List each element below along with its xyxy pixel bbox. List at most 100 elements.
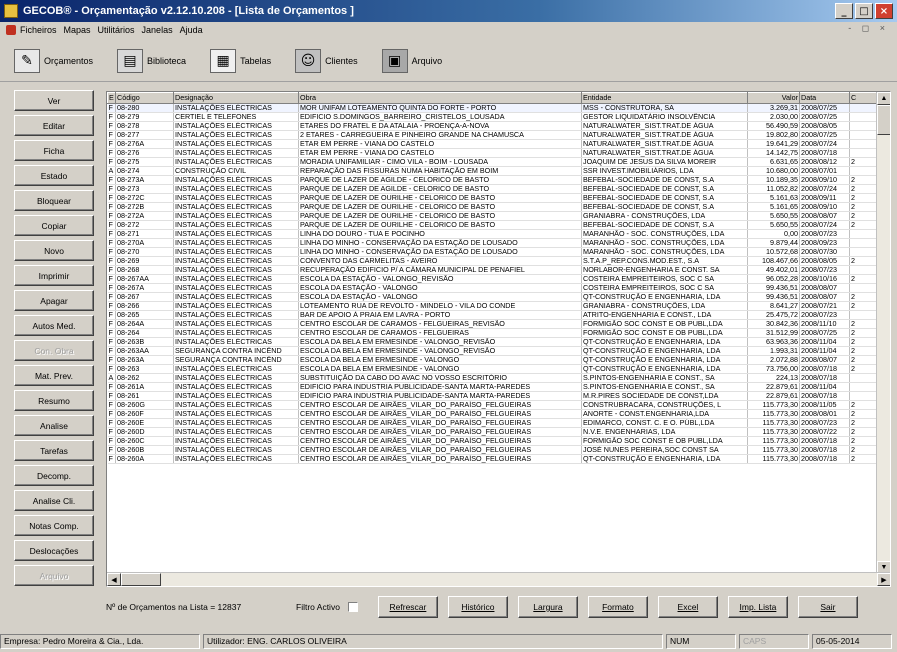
- table-row[interactable]: F 08-260C INSTALAÇÕES ELÉCTRICAS CENTRO ESC…: [107, 436, 878, 446]
- table-row[interactable]: F 08-268 INSTALAÇÕES ELÉCTRICAS RECUPERAÇÃO…: [107, 265, 878, 275]
- scroll-up-icon[interactable]: ▲: [877, 92, 890, 105]
- table-row[interactable]: F 08-273A INSTALAÇÕES ELÉCTRICAS PARQUE DE …: [107, 175, 878, 185]
- sidebar-button-analise[interactable]: Analise: [14, 415, 94, 436]
- largura-button[interactable]: Largura: [517, 596, 578, 618]
- menu-utilitarios[interactable]: Utilitários: [98, 25, 135, 35]
- menu-janelas[interactable]: Janelas: [142, 25, 173, 35]
- table-row[interactable]: F 08-272C INSTALAÇÕES ELÉCTRICAS PARQUE DE …: [107, 193, 878, 203]
- sidebar-button-analise-cli[interactable]: Analise Cli.: [14, 490, 94, 511]
- table-row[interactable]: A 08-274 CONSTRUÇÃO CIVIL REPARAÇÃO DAS FIS…: [107, 166, 878, 176]
- checkbox-box[interactable]: [347, 602, 358, 612]
- sair-button[interactable]: Sair: [797, 596, 858, 618]
- sidebar-button-apagar[interactable]: Apagar: [14, 290, 94, 311]
- table-row[interactable]: F 08-269 INSTALAÇÕES ELÉCTRICAS CONVENTO DA…: [107, 256, 878, 266]
- refrescar-button[interactable]: Refrescar: [377, 596, 438, 618]
- table-row[interactable]: F 08-261A INSTALAÇÕES ELÉCTRICAS EDIFICIO P…: [107, 382, 878, 392]
- minimize-button[interactable]: _: [835, 3, 853, 19]
- toolbar-tabelas-button[interactable]: ▦ Tabelas: [210, 48, 271, 73]
- table-row[interactable]: F 08-267 INSTALAÇÕES ELÉCTRICAS ESCOLA DA E…: [107, 292, 878, 302]
- col-header-codigo[interactable]: Código: [115, 92, 174, 104]
- table-row[interactable]: F 08-276A INSTALAÇÕES ELÉCTRICAS ETAR EM PE…: [107, 139, 878, 149]
- sidebar-button-novo[interactable]: Novo: [14, 240, 94, 261]
- historico-button[interactable]: Histórico: [447, 596, 508, 618]
- table-row[interactable]: F 08-278 INSTALAÇÕES ELÉCTRICAS ETARES DO F…: [107, 121, 878, 131]
- sidebar-button-tarefas[interactable]: Tarefas: [14, 440, 94, 461]
- filtro-activo-checkbox[interactable]: Filtro Activo: [296, 602, 358, 612]
- menu-mapas[interactable]: Mapas: [64, 25, 91, 35]
- menu-ficheiros[interactable]: Ficheiros: [20, 25, 57, 35]
- sidebar-button-estado[interactable]: Estado: [14, 165, 94, 186]
- sidebar-button-resumo[interactable]: Resumo: [14, 390, 94, 411]
- table-row[interactable]: F 08-266 INSTALAÇÕES ELÉCTRICAS LOTEAMENTO …: [107, 301, 878, 311]
- sidebar-button-notas-comp[interactable]: Notas Comp.: [14, 515, 94, 536]
- sidebar-button-imprimir[interactable]: Imprimir: [14, 265, 94, 286]
- table-row[interactable]: A 08-262 INSTALAÇÕES ELÉCTRICAS SUBSTITUIÇÃ…: [107, 373, 878, 383]
- col-header-valor[interactable]: Valor: [747, 92, 800, 104]
- col-header-designacao[interactable]: Designação: [173, 92, 299, 104]
- scroll-right-icon[interactable]: ▶: [877, 573, 890, 586]
- col-header-c[interactable]: C: [849, 92, 878, 104]
- table-row[interactable]: F 08-260D INSTALAÇÕES ELÉCTRICAS CENTRO ESC…: [107, 427, 878, 437]
- table-row[interactable]: F 08-260B INSTALAÇÕES ELÉCTRICAS CENTRO ESC…: [107, 445, 878, 455]
- table-row[interactable]: F 08-260G INSTALAÇÕES ELÉCTRICAS CENTRO ESC…: [107, 400, 878, 410]
- imp-lista-button[interactable]: Imp. Lista: [727, 596, 788, 618]
- cell-entidade: NORLABOR-ENGENHARIA E CONST. SA: [581, 265, 748, 275]
- col-header-e[interactable]: E: [107, 92, 116, 104]
- table-row[interactable]: F 08-260A INSTALAÇÕES ELÉCTRICAS CENTRO ESC…: [107, 454, 878, 464]
- toolbar-orcamentos-button[interactable]: ✎ Orçamentos: [14, 48, 93, 73]
- table-row[interactable]: F 08-263 INSTALAÇÕES ELÉCTRICAS ESCOLA DA B…: [107, 364, 878, 374]
- table-row[interactable]: F 08-267AA INSTALAÇÕES ELÉCTRICAS ESCOLA DA…: [107, 274, 878, 284]
- table-row[interactable]: F 08-276 INSTALAÇÕES ELÉCTRICAS ETAR EM PER…: [107, 148, 878, 158]
- toolbar-clientes-button[interactable]: ☺ Clientes: [295, 48, 358, 73]
- table-row[interactable]: F 08-267A INSTALAÇÕES ELÉCTRICAS ESCOLA DA …: [107, 283, 878, 293]
- table-row[interactable]: F 08-265 INSTALAÇÕES ELÉCTRICAS BAR DE APOI…: [107, 310, 878, 320]
- sidebar-button-decomp[interactable]: Decomp.: [14, 465, 94, 486]
- toolbar-biblioteca-button[interactable]: ▤ Biblioteca: [117, 48, 186, 73]
- table-row[interactable]: F 08-264A INSTALAÇÕES ELÉCTRICAS CENTRO ESC…: [107, 319, 878, 329]
- scroll-thumb[interactable]: [877, 105, 890, 135]
- table-row[interactable]: F 08-263B INSTALAÇÕES ELÉCTRICAS ESCOLA DA …: [107, 337, 878, 347]
- col-header-entidade[interactable]: Entidade: [581, 92, 748, 104]
- toolbar-arquivo-button[interactable]: ▣ Arquivo: [381, 48, 442, 73]
- table-row[interactable]: F 08-263AA SEGURANÇA CONTRA INCÊND ESCOLA D…: [107, 346, 878, 356]
- sidebar-button-bloquear[interactable]: Bloquear: [14, 190, 94, 211]
- table-row[interactable]: F 08-261 INSTALAÇÕES ELÉCTRICAS EDIFICIO PA…: [107, 391, 878, 401]
- horizontal-scrollbar[interactable]: ◀ ▶: [107, 572, 890, 586]
- sidebar-button-editar[interactable]: Editar: [14, 115, 94, 136]
- table-row[interactable]: F 08-260F INSTALAÇÕES ELÉCTRICAS CENTRO ESC…: [107, 409, 878, 419]
- sidebar-button-copiar[interactable]: Copiar: [14, 215, 94, 236]
- close-button[interactable]: ×: [875, 3, 893, 19]
- table-row[interactable]: F 08-279 CERTIEL E TELEFONES EDIFICIO S.DOM…: [107, 112, 878, 122]
- formato-button[interactable]: Formato: [587, 596, 648, 618]
- sidebar-button-desloca-es[interactable]: Deslocações: [14, 540, 94, 561]
- table-row[interactable]: F 08-277 INSTALAÇÕES ELÉCTRICAS 2 ETARES - …: [107, 130, 878, 140]
- table-row[interactable]: F 08-264 INSTALAÇÕES ELÉCTRICAS CENTRO ESCO…: [107, 328, 878, 338]
- excel-button[interactable]: Excel: [657, 596, 718, 618]
- table-row[interactable]: F 08-271 INSTALAÇÕES ELÉCTRICAS LINHA DO DO…: [107, 229, 878, 239]
- table-row[interactable]: F 08-273 INSTALAÇÕES ELÉCTRICAS PARQUE DE L…: [107, 184, 878, 194]
- col-header-obra[interactable]: Obra: [298, 92, 582, 104]
- vertical-scrollbar[interactable]: ▲ ▼: [876, 92, 890, 574]
- table-row[interactable]: F 08-263A SEGURANÇA CONTRA INCÊND ESCOLA DA…: [107, 355, 878, 365]
- orcamentos-grid[interactable]: E Código Designação Obra Entidade Valor …: [106, 91, 891, 587]
- sidebar-button-mat-prev[interactable]: Mat. Prev.: [14, 365, 94, 386]
- table-row[interactable]: F 08-272 INSTALAÇÕES ELÉCTRICAS PARQUE DE L…: [107, 220, 878, 230]
- table-row[interactable]: F 08-270A INSTALAÇÕES ELÉCTRICAS LINHA DO M…: [107, 238, 878, 248]
- table-row[interactable]: F 08-260E INSTALAÇÕES ELÉCTRICAS CENTRO ESC…: [107, 418, 878, 428]
- table-row[interactable]: F 08-270 INSTALAÇÕES ELÉCTRICAS LINHA DO MI…: [107, 247, 878, 257]
- table-row[interactable]: F 08-272A INSTALAÇÕES ELÉCTRICAS PARQUE DE …: [107, 211, 878, 221]
- hscroll-thumb[interactable]: [121, 573, 161, 586]
- cell-designacao: INSTALAÇÕES ELÉCTRICAS: [173, 319, 299, 329]
- maximize-button[interactable]: □: [855, 3, 873, 19]
- table-row[interactable]: F 08-272B INSTALAÇÕES ELÉCTRICAS PARQUE DE …: [107, 202, 878, 212]
- mdi-controls[interactable]: - ◻ ×: [848, 23, 889, 34]
- app-menu-icon[interactable]: [6, 25, 16, 35]
- sidebar-button-ver[interactable]: Ver: [14, 90, 94, 111]
- table-row[interactable]: F 08-280 INSTALAÇÕES ELÉCTRICAS MOR UNIFAM …: [107, 103, 878, 113]
- menu-ajuda[interactable]: Ajuda: [180, 25, 203, 35]
- table-row[interactable]: F 08-275 INSTALAÇÕES ELÉCTRICAS MORADIA UNI…: [107, 157, 878, 167]
- scroll-left-icon[interactable]: ◀: [107, 573, 121, 586]
- sidebar-button-ficha[interactable]: Ficha: [14, 140, 94, 161]
- sidebar-button-autos-med[interactable]: Autos Med.: [14, 315, 94, 336]
- col-header-data[interactable]: Data: [799, 92, 850, 104]
